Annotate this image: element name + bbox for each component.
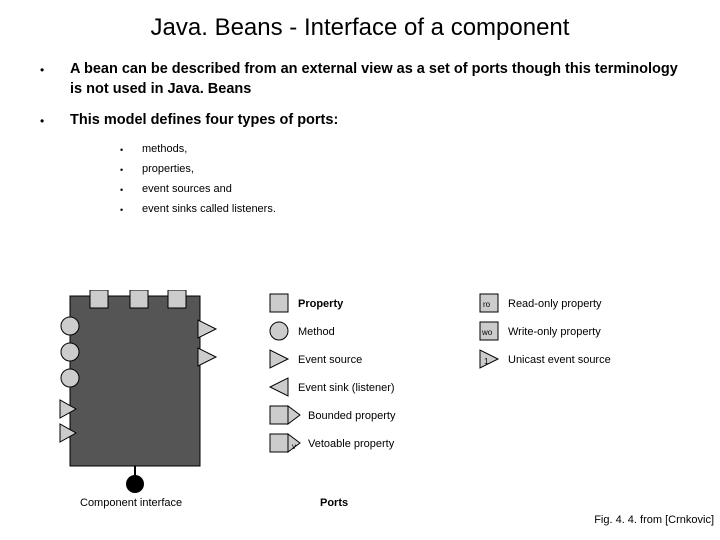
- method-icon: [270, 322, 288, 340]
- property-port-icon: [90, 290, 108, 308]
- ports-header: Ports: [320, 497, 348, 509]
- ro-tag: ro: [483, 300, 491, 309]
- property-port-icon: [130, 290, 148, 308]
- event-source-port-icon: [198, 348, 216, 366]
- bullet-marker: •: [40, 60, 70, 99]
- component-body-icon: [70, 296, 200, 466]
- figure: Component interface Property Method Even…: [40, 290, 700, 515]
- vetoable-property-icon: [270, 434, 288, 452]
- v-tag: v: [292, 442, 296, 451]
- sub-bullet-item: • event sinks called listeners.: [120, 203, 690, 215]
- bullet-marker: •: [120, 183, 142, 195]
- legend-label: Write-only property: [508, 326, 601, 338]
- connector-icon: [126, 475, 144, 493]
- bullet-marker: •: [120, 143, 142, 155]
- bullet-list: • A bean can be described from an extern…: [0, 60, 720, 215]
- event-source-port-icon: [198, 320, 216, 338]
- bounded-property-icon: [288, 406, 300, 424]
- property-port-icon: [168, 290, 186, 308]
- bullet-text: A bean can be described from an external…: [70, 60, 690, 99]
- sub-bullet-text: properties,: [142, 163, 194, 175]
- sub-bullet-text: event sources and: [142, 183, 232, 195]
- bullet-text: This model defines four types of ports:: [70, 111, 690, 131]
- modifiers-legend: ro Read-only property wo Write-only prop…: [480, 294, 611, 368]
- sub-bullet-item: • event sources and: [120, 183, 690, 195]
- event-source-icon: [270, 350, 288, 368]
- figure-caption: Fig. 4. 4. from [Crnkovic]: [594, 514, 714, 526]
- method-port-icon: [61, 369, 79, 387]
- unicast-tag: 1: [484, 357, 489, 366]
- method-port-icon: [61, 317, 79, 335]
- component-diagram: Component interface Property Method Even…: [40, 290, 700, 510]
- legend-label: Property: [298, 298, 344, 310]
- legend-label: Method: [298, 326, 335, 338]
- property-icon: [270, 294, 288, 312]
- event-sink-icon: [270, 378, 288, 396]
- legend-label: Bounded property: [308, 410, 396, 422]
- wo-tag: wo: [481, 328, 493, 337]
- legend-label: Vetoable property: [308, 438, 395, 450]
- bullet-item: • A bean can be described from an extern…: [40, 60, 690, 99]
- component-interface-label: Component interface: [80, 497, 182, 509]
- slide-title: Java. Beans - Interface of a component: [0, 0, 720, 60]
- sub-bullet-list: • methods, • properties, • event sources…: [40, 143, 690, 215]
- legend-label: Event sink (listener): [298, 382, 395, 394]
- bounded-property-icon: [270, 406, 288, 424]
- bullet-item: • This model defines four types of ports…: [40, 111, 690, 131]
- unicast-icon: [480, 350, 498, 368]
- bullet-marker: •: [120, 203, 142, 215]
- sub-bullet-text: methods,: [142, 143, 187, 155]
- legend-label: Unicast event source: [508, 354, 611, 366]
- sub-bullet-item: • methods,: [120, 143, 690, 155]
- bullet-marker: •: [120, 163, 142, 175]
- ports-legend: Property Method Event source Event sink …: [270, 294, 396, 509]
- sub-bullet-item: • properties,: [120, 163, 690, 175]
- legend-label: Event source: [298, 354, 362, 366]
- legend-label: Read-only property: [508, 298, 602, 310]
- method-port-icon: [61, 343, 79, 361]
- sub-bullet-text: event sinks called listeners.: [142, 203, 276, 215]
- bullet-marker: •: [40, 111, 70, 131]
